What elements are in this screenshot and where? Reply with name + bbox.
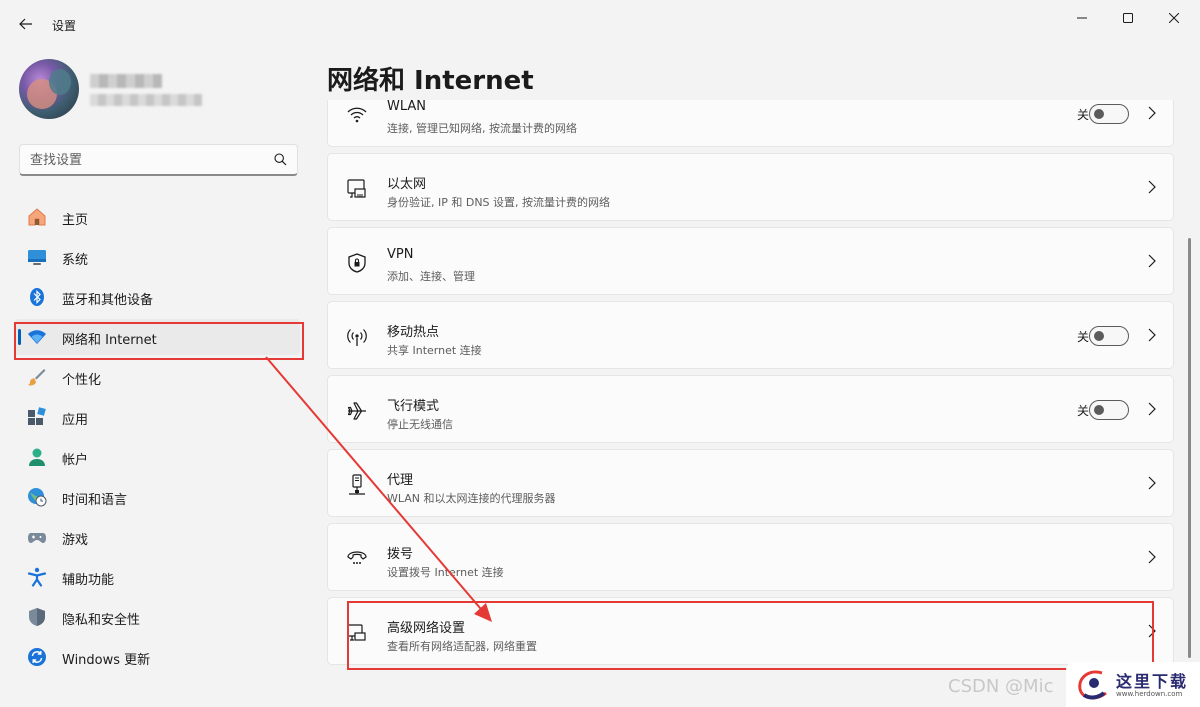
wlan-toggle[interactable] xyxy=(1089,104,1129,124)
card-proxy[interactable]: 代理 WLAN 和以太网连接的代理服务器 xyxy=(327,449,1174,517)
bluetooth-icon xyxy=(30,288,44,306)
hotspot-toggle[interactable] xyxy=(1089,326,1129,346)
maximize-button[interactable] xyxy=(1108,5,1148,31)
vpn-shield-icon xyxy=(348,253,366,273)
accessibility-icon xyxy=(27,567,47,587)
chevron-right-icon xyxy=(1148,254,1156,268)
proxy-icon xyxy=(349,474,365,495)
sidebar-item-accounts[interactable]: 帐户 xyxy=(15,439,300,475)
card-airplane-mode[interactable]: 飞行模式 停止无线通信 关 xyxy=(327,375,1174,443)
chevron-right-icon xyxy=(1148,550,1156,564)
site-logo: 这里下载 www.herdown.com xyxy=(1066,662,1200,707)
gamepad-icon xyxy=(28,533,46,543)
app-title: 设置 xyxy=(52,19,77,33)
account-icon xyxy=(29,448,45,466)
shield-icon xyxy=(29,608,45,626)
annotation-box-sidebar xyxy=(14,322,304,360)
sidebar-item-bluetooth[interactable]: 蓝牙和其他设备 xyxy=(15,279,300,315)
toggle-state-label: 关 xyxy=(1076,108,1089,122)
search-icon[interactable] xyxy=(274,153,287,166)
back-arrow-icon xyxy=(19,18,32,30)
sidebar-item-home[interactable]: 主页 xyxy=(15,199,300,235)
sidebar-item-apps[interactable]: 应用 xyxy=(15,399,300,435)
card-mobile-hotspot[interactable]: 移动热点 共享 Internet 连接 关 xyxy=(327,301,1174,369)
globe-clock-icon xyxy=(28,488,47,507)
close-button[interactable] xyxy=(1154,5,1194,31)
update-icon xyxy=(28,648,46,666)
close-icon xyxy=(1169,13,1179,23)
brush-icon xyxy=(28,369,46,386)
back-button[interactable] xyxy=(12,12,40,36)
minimize-button[interactable] xyxy=(1062,5,1102,31)
card-wlan[interactable]: WLAN 连接, 管理已知网络, 按流量计费的网络 关 xyxy=(327,100,1174,147)
annotation-box-advanced xyxy=(347,601,1154,670)
chevron-right-icon xyxy=(1148,402,1156,416)
hotspot-icon xyxy=(347,329,367,346)
sidebar-item-time-language[interactable]: 时间和语言 xyxy=(15,479,300,515)
airplane-toggle[interactable] xyxy=(1089,400,1129,420)
ethernet-icon xyxy=(347,179,366,198)
search-input[interactable] xyxy=(30,150,270,170)
user-email-blurred xyxy=(90,94,202,106)
sidebar-item-system[interactable]: 系统 xyxy=(15,239,300,275)
avatar[interactable] xyxy=(19,59,79,119)
page-title: 网络和 Internet xyxy=(327,66,534,96)
scrollbar-thumb[interactable] xyxy=(1188,238,1191,658)
card-dialup[interactable]: 拨号 设置拨号 Internet 连接 xyxy=(327,523,1174,591)
watermark-text: CSDN @Mic xyxy=(948,676,1054,697)
logo-swoosh-icon xyxy=(1078,670,1107,700)
monitor-icon xyxy=(28,250,46,265)
card-ethernet[interactable]: 以太网 身份验证, IP 和 DNS 设置, 按流量计费的网络 xyxy=(327,153,1174,221)
sidebar-item-privacy[interactable]: 隐私和安全性 xyxy=(15,599,300,635)
minimize-icon xyxy=(1077,17,1087,19)
sidebar-item-gaming[interactable]: 游戏 xyxy=(15,519,300,555)
logo-text: 这里下载 xyxy=(1116,672,1189,691)
user-name-blurred xyxy=(90,74,162,88)
sidebar-item-windows-update[interactable]: Windows 更新 xyxy=(15,639,300,675)
toggle-state-label: 关 xyxy=(1076,404,1089,418)
chevron-right-icon xyxy=(1148,180,1156,194)
title-bar: 设置 xyxy=(0,0,1200,48)
card-vpn[interactable]: VPN 添加、连接、管理 xyxy=(327,227,1174,295)
apps-icon xyxy=(28,407,46,425)
wifi-icon xyxy=(347,107,367,123)
search-box[interactable] xyxy=(19,144,298,176)
chevron-right-icon xyxy=(1148,476,1156,490)
chevron-right-icon xyxy=(1148,106,1156,120)
toggle-state-label: 关 xyxy=(1076,330,1089,344)
sidebar-item-accessibility[interactable]: 辅助功能 xyxy=(15,559,300,595)
maximize-icon xyxy=(1123,13,1133,23)
chevron-right-icon xyxy=(1148,328,1156,342)
dialup-icon xyxy=(347,551,367,564)
sidebar-item-personalization[interactable]: 个性化 xyxy=(15,359,300,395)
airplane-icon xyxy=(347,402,366,420)
home-icon xyxy=(28,208,46,226)
logo-url: www.herdown.com xyxy=(1116,690,1183,698)
